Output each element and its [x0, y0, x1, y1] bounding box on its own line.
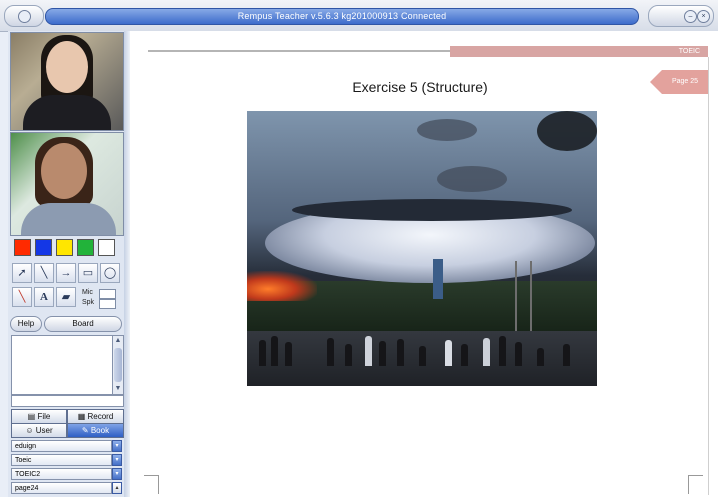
color-swatch-red[interactable]	[14, 239, 31, 256]
title-bar: Rempus Teacher v.5.6.3 kg201000913 Conne…	[0, 0, 718, 32]
chat-input[interactable]	[11, 395, 124, 407]
user-button[interactable]: ☺ User	[11, 423, 67, 438]
header-bar: TOEIC	[450, 46, 708, 57]
scroll-down-icon[interactable]: ▼	[113, 384, 123, 394]
left-panel: ➚ ╲ → ▭ ◯ ╲ A ▰ Mic Spk Help Board ▲ ▼ ▤…	[8, 31, 124, 497]
window-controls: – ×	[648, 5, 714, 27]
board-document[interactable]: TOEIC Page 25 Exercise 5 (Structure)	[130, 31, 718, 497]
collapse-icon[interactable]: ▴	[112, 482, 122, 494]
header-tag: TOEIC	[678, 48, 700, 55]
header-rule	[148, 50, 450, 52]
window-icon	[18, 10, 31, 23]
arrow-icon[interactable]: →	[56, 263, 76, 283]
book-list-item[interactable]: Toeic	[11, 454, 112, 466]
book-button[interactable]: ✎ Book	[67, 423, 124, 438]
color-swatch-green[interactable]	[77, 239, 94, 256]
window-menu-button[interactable]	[4, 5, 44, 27]
page-corner-left	[144, 475, 159, 494]
file-icon: ▤	[27, 412, 38, 421]
book-button-label: Book	[90, 426, 110, 435]
page-corner-right	[688, 475, 703, 494]
board-button[interactable]: Board	[44, 316, 122, 332]
file-button-label: File	[37, 412, 51, 421]
page-arrow-icon	[650, 70, 662, 94]
dropdown-arrow-icon[interactable]: ▾	[112, 454, 122, 466]
book-list-item[interactable]: eduign	[11, 440, 112, 452]
dropdown-arrow-icon[interactable]: ▾	[112, 468, 122, 480]
close-icon[interactable]: ×	[697, 10, 710, 23]
text-tool-icon[interactable]: A	[34, 287, 54, 307]
ellipse-icon[interactable]: ◯	[100, 263, 120, 283]
stadium-photo	[247, 111, 597, 386]
scroll-up-icon[interactable]: ▲	[113, 336, 123, 346]
page-title: Exercise 5 (Structure)	[352, 79, 488, 95]
book-icon: ✎	[81, 426, 91, 435]
record-button-label: Record	[87, 412, 114, 421]
help-button[interactable]: Help	[10, 316, 42, 332]
page-edge	[708, 57, 709, 495]
user-icon: ☺	[25, 426, 36, 435]
book-list-item[interactable]: TOEIC2	[11, 468, 112, 480]
minimize-icon[interactable]: –	[684, 10, 697, 23]
page-number-tab[interactable]: Page 25	[650, 70, 708, 94]
pointer-icon[interactable]: ➚	[12, 263, 32, 283]
book-list-item[interactable]: page24	[11, 482, 112, 494]
chat-scrollbar[interactable]: ▲ ▼	[112, 335, 124, 395]
rectangle-icon[interactable]: ▭	[78, 263, 98, 283]
page-number: Page 25	[662, 70, 708, 94]
speaker-level-meter	[99, 299, 116, 309]
color-swatch-blue[interactable]	[35, 239, 52, 256]
speaker-label: Spk	[82, 299, 95, 306]
color-palette	[10, 237, 122, 261]
mic-level-meter	[99, 289, 116, 299]
scroll-thumb[interactable]	[114, 348, 122, 382]
line-icon[interactable]: ╲	[34, 263, 54, 283]
drawing-tools: ➚ ╲ → ▭ ◯ ╲ A ▰ Mic Spk	[10, 260, 122, 316]
color-swatch-yellow[interactable]	[56, 239, 73, 256]
crowd	[247, 336, 597, 366]
student-video	[10, 132, 124, 236]
user-button-label: User	[35, 426, 53, 435]
mic-label: Mic	[82, 289, 93, 296]
dropdown-arrow-icon[interactable]: ▾	[112, 440, 122, 452]
chat-log[interactable]	[11, 335, 114, 395]
file-button[interactable]: ▤ File	[11, 409, 67, 424]
color-swatch-white[interactable]	[98, 239, 115, 256]
window-title: Rempus Teacher v.5.6.3 kg201000913 Conne…	[45, 8, 639, 25]
teacher-video	[10, 32, 124, 131]
pen-icon[interactable]: ╲	[12, 287, 32, 307]
eraser-icon[interactable]: ▰	[56, 287, 76, 307]
record-button[interactable]: ▦ Record	[67, 409, 124, 424]
